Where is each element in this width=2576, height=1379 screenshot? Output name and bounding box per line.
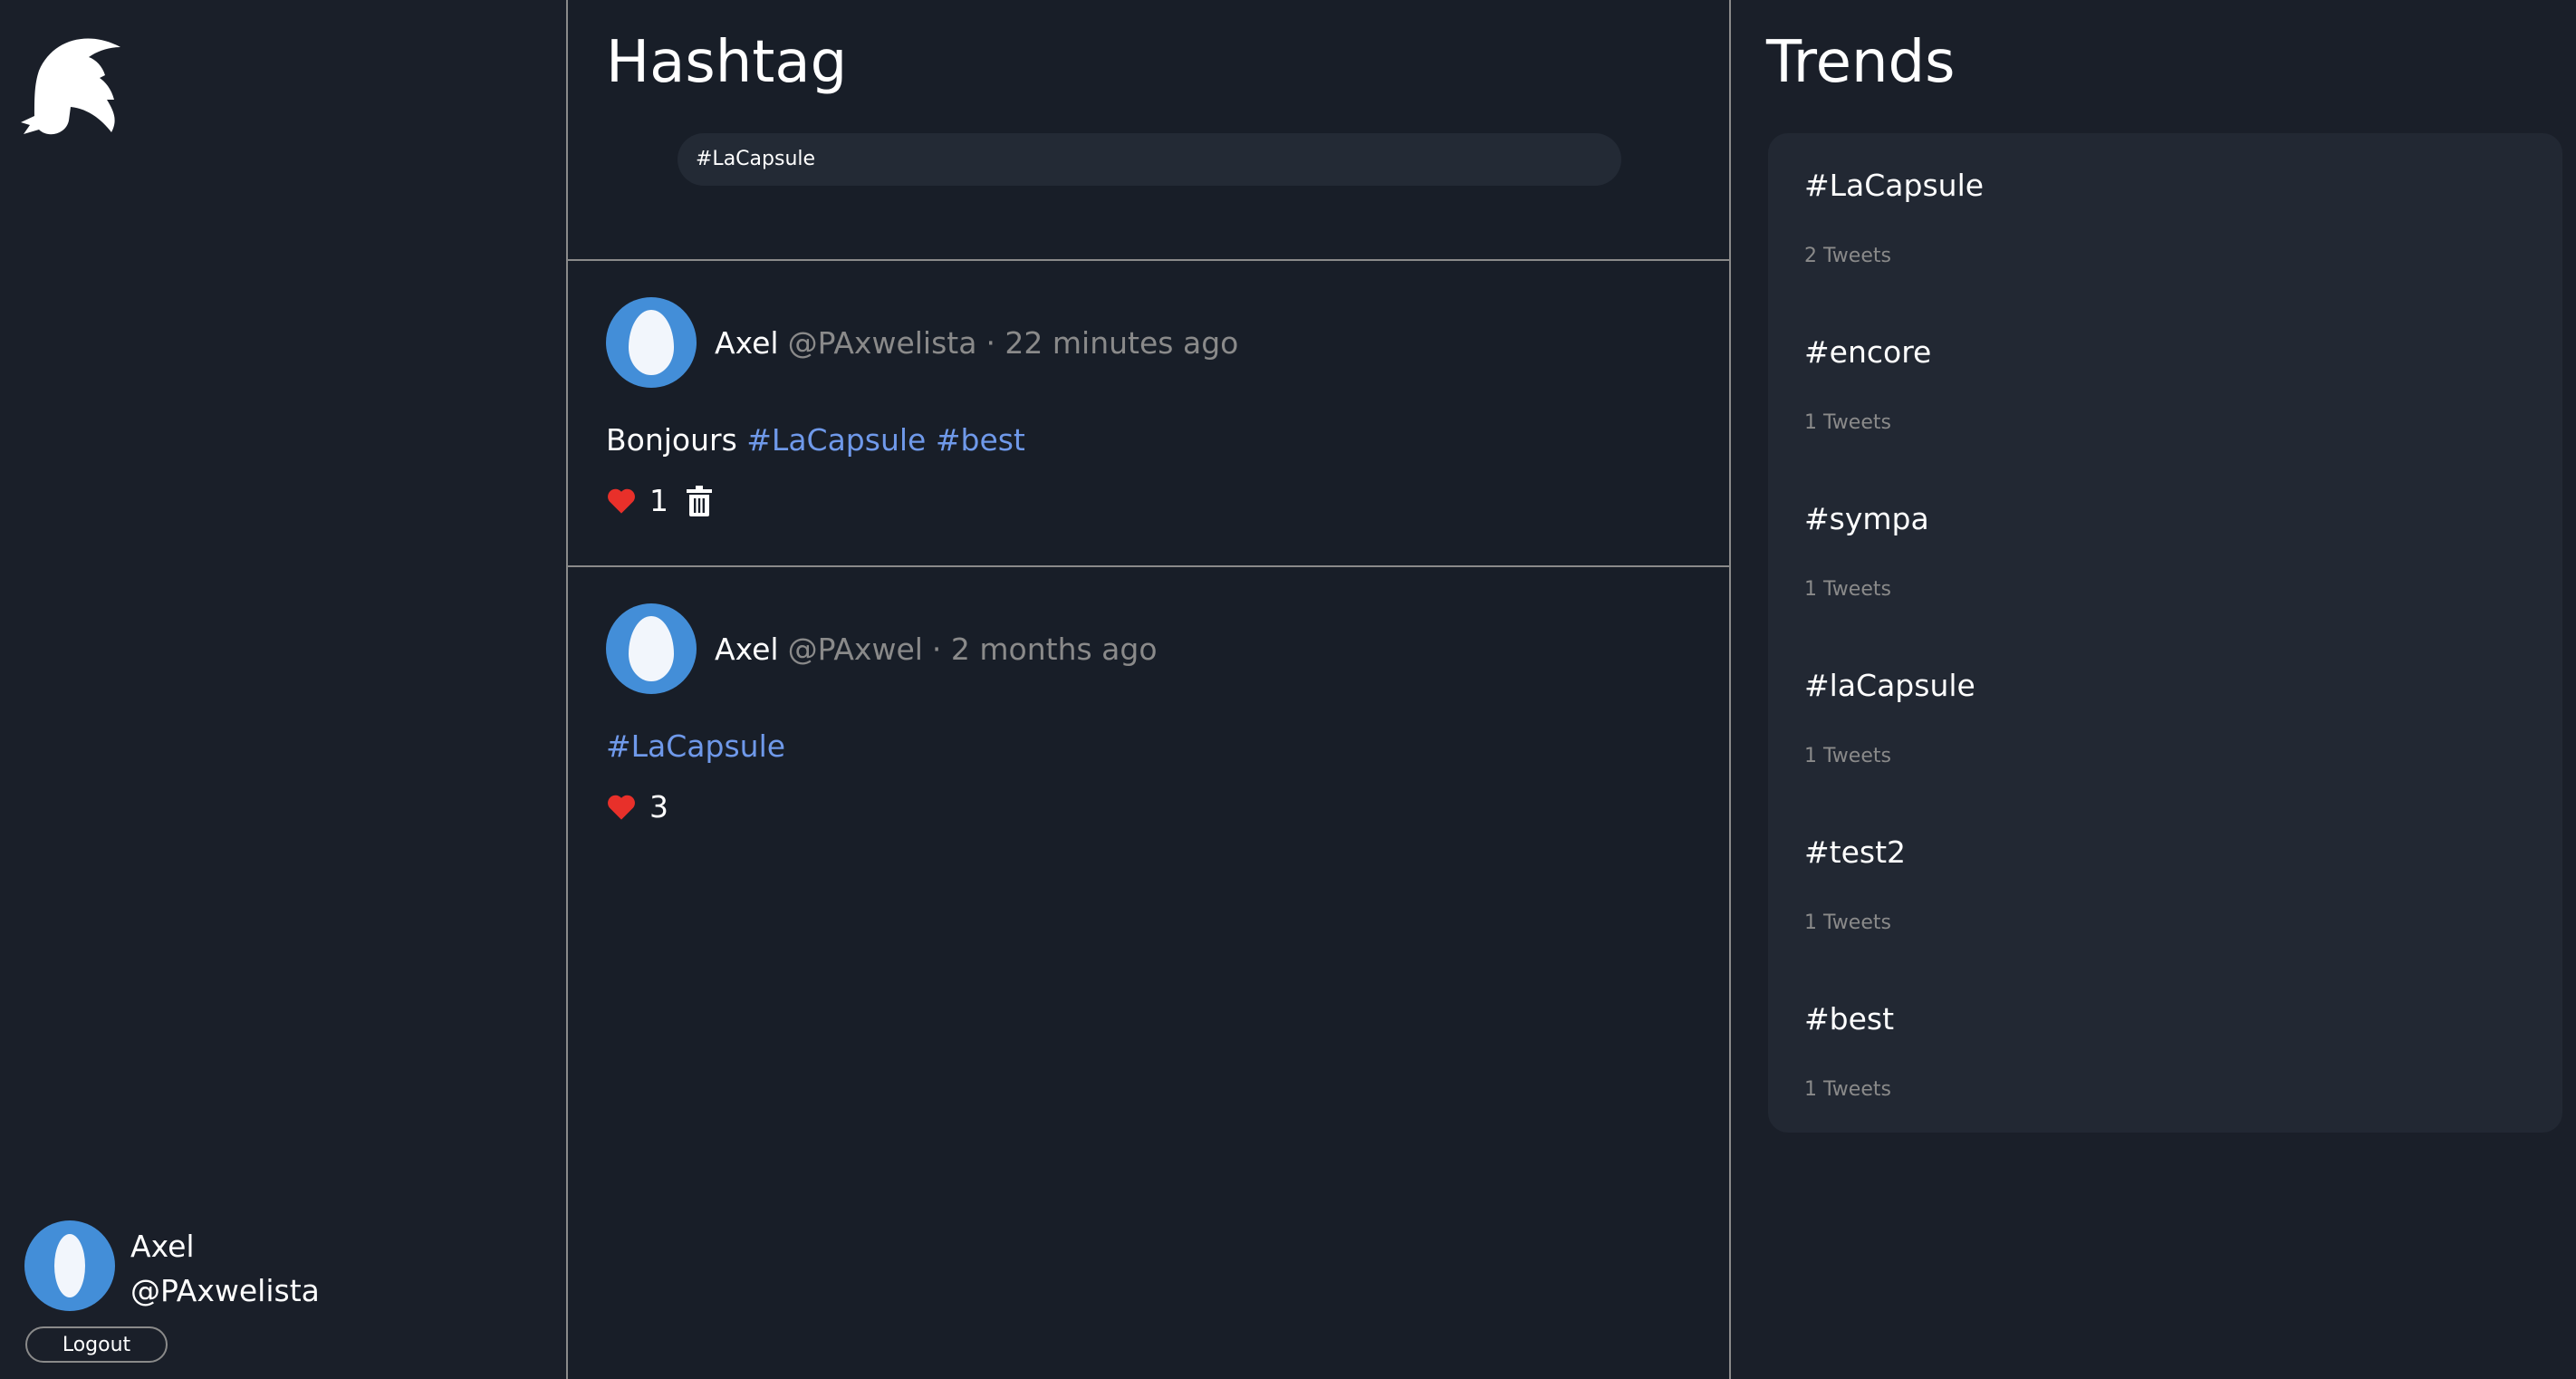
tweet-handle[interactable]: @PAxwelista bbox=[788, 325, 977, 361]
tweet-handle[interactable]: @PAxwel bbox=[788, 632, 923, 667]
user-name: Axel bbox=[130, 1229, 195, 1264]
trend-count: 1 Tweets bbox=[1804, 1078, 1891, 1101]
trend-count: 1 Tweets bbox=[1804, 911, 1891, 934]
trend-tag: #laCapsule bbox=[1804, 668, 1975, 703]
trend-item[interactable]: #LaCapsule 2 Tweets bbox=[1804, 168, 1984, 267]
trend-item[interactable]: #sympa 1 Tweets bbox=[1804, 501, 1929, 601]
egg-icon bbox=[54, 1234, 85, 1297]
tweet-time: · 2 months ago bbox=[931, 631, 1158, 667]
user-handle: @PAxwelista bbox=[130, 1273, 320, 1308]
trend-count: 1 Tweets bbox=[1804, 578, 1891, 601]
trends-title: Trends bbox=[1766, 29, 1956, 96]
like-count: 3 bbox=[649, 789, 668, 825]
heart-icon[interactable] bbox=[606, 487, 637, 515]
trend-tag: #encore bbox=[1804, 334, 1932, 370]
egg-icon bbox=[629, 310, 674, 375]
logout-button[interactable]: Logout bbox=[25, 1326, 168, 1363]
trend-tag: #best bbox=[1804, 1001, 1895, 1037]
trends-panel: Trends #LaCapsule 2 Tweets #encore 1 Tweet… bbox=[1731, 0, 2576, 1379]
tweet: Axel @PAxwel · 2 months ago #LaCapsule 3 bbox=[606, 603, 1693, 825]
tweet: Axel @PAxwelista · 22 minutes ago Bonjou… bbox=[606, 297, 1693, 518]
left-sidebar: Axel @PAxwelista Logout bbox=[0, 0, 568, 1379]
like-count: 1 bbox=[649, 483, 668, 518]
hashtag-link[interactable]: #LaCapsule bbox=[606, 728, 785, 764]
trend-tag: #sympa bbox=[1804, 501, 1929, 536]
tweet-avatar bbox=[606, 297, 697, 388]
tweet-time: · 22 minutes ago bbox=[985, 324, 1239, 361]
heart-icon[interactable] bbox=[606, 794, 637, 821]
tweet-avatar bbox=[606, 603, 697, 694]
tweet-text: Bonjours bbox=[606, 422, 737, 458]
divider bbox=[568, 259, 1731, 261]
hashtag-search-input[interactable] bbox=[678, 133, 1621, 186]
egg-icon bbox=[629, 616, 674, 681]
trend-item[interactable]: #test2 1 Tweets bbox=[1804, 834, 1906, 934]
page-title: Hashtag bbox=[606, 29, 848, 96]
trend-count: 1 Tweets bbox=[1804, 745, 1891, 767]
trend-tag: #test2 bbox=[1804, 834, 1907, 870]
tweet-author: Axel bbox=[715, 324, 779, 361]
trash-icon[interactable] bbox=[687, 485, 712, 516]
hashtag-feed: Hashtag Axel @PAxwelista · 22 minutes ag… bbox=[568, 0, 1731, 1379]
trend-count: 2 Tweets bbox=[1804, 245, 1891, 267]
divider bbox=[568, 565, 1731, 567]
bird-logo-icon[interactable] bbox=[16, 34, 143, 139]
trends-card: #LaCapsule 2 Tweets #encore 1 Tweets #symp… bbox=[1768, 133, 2562, 1133]
trend-item[interactable]: #encore 1 Tweets bbox=[1804, 334, 1931, 434]
user-avatar bbox=[24, 1220, 115, 1311]
tweet-author: Axel bbox=[715, 631, 779, 667]
trend-count: 1 Tweets bbox=[1804, 411, 1891, 434]
hashtag-link[interactable]: #best bbox=[936, 422, 1025, 458]
hashtag-link[interactable]: #LaCapsule bbox=[746, 422, 926, 458]
trend-item[interactable]: #best 1 Tweets bbox=[1804, 1001, 1894, 1101]
trend-tag: #LaCapsule bbox=[1804, 168, 1985, 203]
trend-item[interactable]: #laCapsule 1 Tweets bbox=[1804, 668, 1975, 767]
